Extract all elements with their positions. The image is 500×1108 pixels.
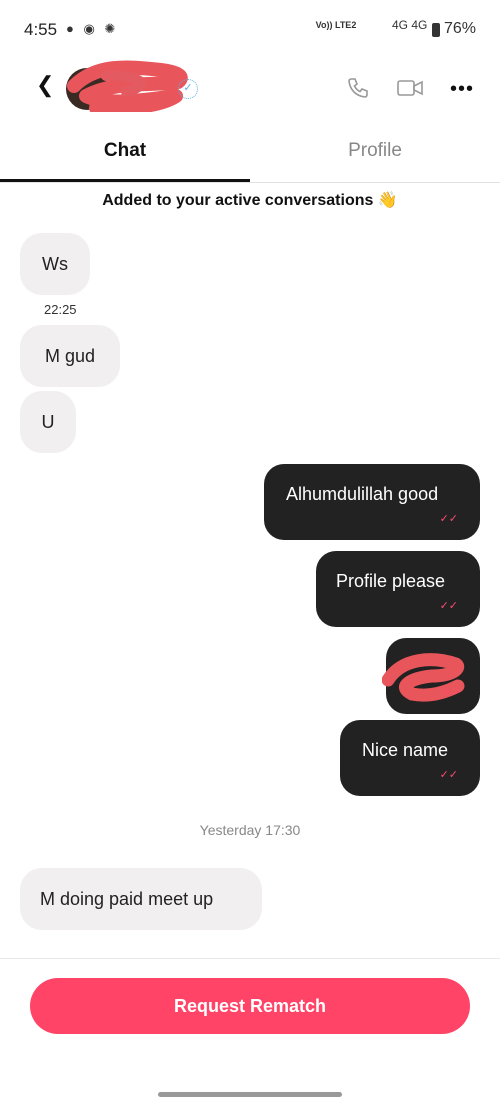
incoming-message[interactable]: M gud: [20, 325, 120, 387]
read-receipt-icon: ✓✓: [439, 600, 458, 612]
bottom-divider: [0, 958, 500, 959]
tab-profile[interactable]: Profile: [250, 140, 500, 176]
incoming-message[interactable]: M doing paid meet up: [20, 868, 262, 930]
video-camera-icon[interactable]: [396, 76, 424, 100]
incoming-message[interactable]: U: [20, 391, 76, 453]
outgoing-message[interactable]: Profile please ✓✓: [316, 551, 480, 627]
notification-icons: ● ◉ ✺: [66, 21, 119, 36]
message-timestamp: 22:25: [44, 302, 77, 317]
more-options-button[interactable]: •••: [450, 78, 474, 101]
message-text: Profile please: [336, 571, 446, 591]
conversation-notice: Added to your active conversations 👋: [102, 192, 398, 209]
battery-level: 76%: [444, 20, 477, 37]
verified-badge-icon: ✓: [178, 79, 198, 99]
battery-icon: [432, 23, 440, 37]
tab-chat[interactable]: Chat: [0, 140, 250, 176]
read-receipt-icon: ✓✓: [439, 769, 458, 781]
outgoing-message-redacted[interactable]: ✓✓: [382, 638, 480, 714]
message-text: M doing paid meet up: [40, 889, 214, 909]
network-indicator: Vo)) LTE2: [315, 20, 357, 30]
tab-divider: [0, 182, 500, 183]
message-text: Nice name: [362, 740, 449, 760]
request-rematch-button[interactable]: Request Rematch: [30, 978, 470, 1034]
status-time: 4:55: [24, 20, 58, 39]
outgoing-message[interactable]: Alhumdulillah good ✓✓: [264, 464, 480, 540]
status-bar: 4:55 ● ◉ ✺ Vo)) LTE2 4G 4G 76%: [0, 0, 500, 62]
read-receipt-icon: ✓✓: [439, 513, 458, 525]
message-text: M gud: [44, 346, 96, 366]
phone-icon[interactable]: [346, 76, 370, 100]
back-button[interactable]: ❮: [36, 72, 54, 98]
outgoing-message[interactable]: Nice name ✓✓: [340, 720, 480, 796]
read-receipt-icon: ✓✓: [441, 687, 460, 699]
message-text: Alhumdulillah good: [286, 484, 439, 504]
redaction-scribble: [67, 60, 188, 112]
home-indicator[interactable]: [158, 1092, 342, 1097]
message-text: U: [41, 412, 55, 432]
incoming-message[interactable]: Ws: [20, 233, 90, 295]
signal-icon: 4G 4G: [392, 18, 428, 32]
date-separator: Yesterday 17:30: [199, 822, 301, 838]
message-text: Ws: [42, 254, 68, 274]
